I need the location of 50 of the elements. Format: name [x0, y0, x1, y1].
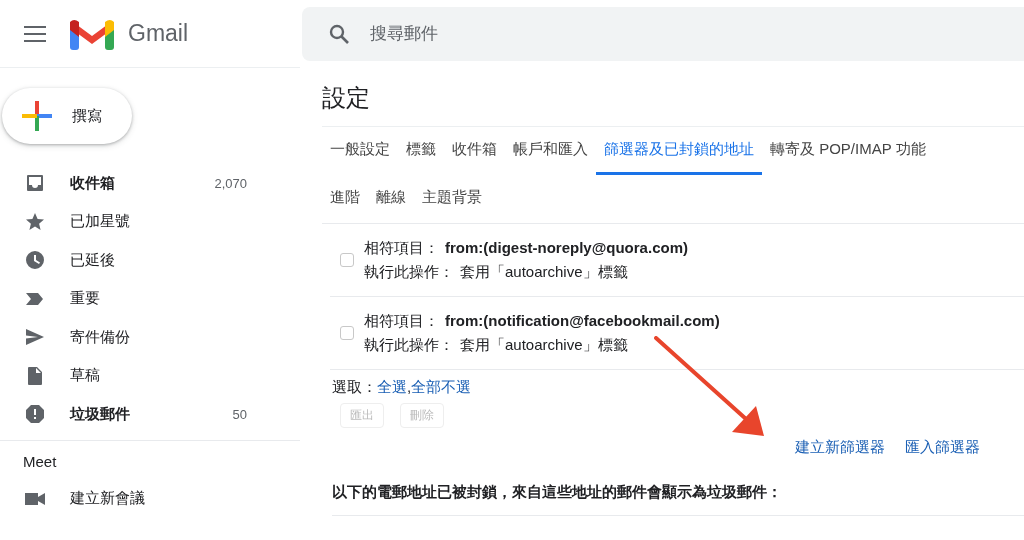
checkbox[interactable]	[340, 326, 354, 340]
filter-link[interactable]: 匯入篩選器	[905, 438, 980, 457]
folder-item[interactable]: 草稿	[0, 356, 300, 395]
settings-tab[interactable]: 帳戶和匯入	[505, 127, 596, 175]
action-label: 執行此操作：	[364, 263, 454, 280]
section-heading: Meet	[22, 451, 58, 472]
folder-item[interactable]: 重要	[0, 279, 300, 318]
select-label: 選取：	[332, 378, 377, 395]
settings-tab[interactable]: 篩選器及已封鎖的地址	[596, 127, 762, 175]
compose-button[interactable]: 撰寫	[2, 88, 132, 144]
select-all-link[interactable]: 全選	[377, 378, 407, 395]
plus-icon	[22, 101, 52, 131]
match-criteria: from:(notification@facebookmail.com)	[445, 312, 720, 329]
settings-tab[interactable]: 進階	[322, 175, 368, 223]
settings-tab[interactable]: 主題背景	[414, 175, 490, 223]
send-icon	[25, 327, 45, 348]
folder-item[interactable]: 已延後	[0, 241, 300, 280]
meet-item[interactable]: 建立新會議	[0, 479, 300, 518]
settings-tab[interactable]: 收件箱	[444, 127, 505, 175]
filter-link[interactable]: 建立新篩選器	[795, 438, 885, 457]
match-label: 相符項目：	[364, 239, 439, 256]
folder-item[interactable]: 收件箱 2,070	[0, 164, 300, 203]
select-none-link[interactable]: 全部不選	[411, 378, 472, 395]
action-text: 套用「autoarchive」標籤	[460, 336, 628, 353]
menu-icon[interactable]	[24, 25, 46, 42]
blocked-heading: 以下的電郵地址已被封鎖，來自這些地址的郵件會顯示為垃圾郵件：	[332, 483, 1024, 516]
page-title: 設定	[322, 82, 1024, 127]
settings-tab[interactable]: 離線	[368, 175, 414, 223]
separator: ,	[407, 378, 412, 395]
search-field[interactable]: 搜尋郵件	[302, 7, 1024, 61]
clock-icon	[25, 250, 45, 271]
action-label: 執行此操作：	[364, 336, 454, 353]
star-icon	[25, 211, 45, 232]
action-text: 套用「autoarchive」標籤	[460, 263, 628, 280]
video-camera-icon	[25, 491, 45, 506]
checkbox[interactable]	[340, 253, 354, 267]
settings-tab[interactable]: 一般設定	[322, 127, 398, 175]
alert-icon	[25, 404, 45, 425]
search-icon	[329, 24, 349, 44]
envelope-logo-icon	[70, 17, 114, 50]
file-icon	[25, 365, 45, 386]
match-label: 相符項目：	[364, 312, 439, 329]
inbox-icon	[25, 173, 45, 194]
folder-item[interactable]: 已加星號	[0, 202, 300, 241]
settings-tab[interactable]: 標籤	[398, 127, 444, 175]
app-name: Gmail	[128, 20, 189, 47]
settings-tab[interactable]: 轉寄及 POP/IMAP 功能	[762, 127, 934, 175]
match-criteria: from:(digest-noreply@quora.com)	[445, 239, 688, 256]
folder-item[interactable]: 寄件備份	[0, 318, 300, 357]
folder-item[interactable]: 垃圾郵件 50	[0, 395, 300, 434]
